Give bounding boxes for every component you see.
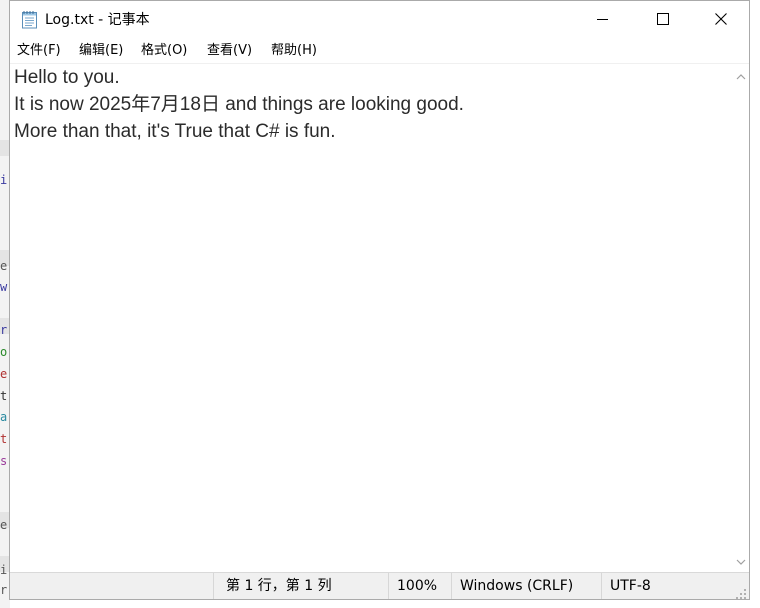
menu-file[interactable]: 文件(F) xyxy=(14,41,64,61)
editor-line: Hello to you. xyxy=(14,67,120,88)
maximize-button[interactable] xyxy=(640,1,686,38)
scroll-up-button[interactable] xyxy=(732,66,749,83)
menu-view[interactable]: 查看(V) xyxy=(204,41,255,61)
minimize-button[interactable] xyxy=(580,1,626,38)
vertical-scrollbar[interactable] xyxy=(732,64,749,572)
close-icon xyxy=(715,10,727,29)
editor-line: More than that, it's True that C# is fun… xyxy=(14,121,336,142)
chevron-down-icon xyxy=(736,551,746,570)
status-cursor-position: 第 1 行，第 1 列 xyxy=(213,573,388,599)
status-zoom: 100% xyxy=(388,573,451,599)
minimize-icon xyxy=(597,10,609,29)
scroll-down-button[interactable] xyxy=(732,552,749,569)
notepad-window: Log.txt - 记事本 文件(F) 编辑(E) 格式(O) 查看(V) 帮助… xyxy=(9,0,750,600)
title-bar[interactable]: Log.txt - 记事本 xyxy=(10,1,749,38)
status-line-ending: Windows (CRLF) xyxy=(451,573,601,599)
menu-help[interactable]: 帮助(H) xyxy=(268,41,320,61)
window-title: Log.txt - 记事本 xyxy=(45,12,150,28)
editor-line: It is now 2025年7月18日 and things are look… xyxy=(14,94,464,115)
menu-format[interactable]: 格式(O) xyxy=(138,41,190,61)
menu-bar: 文件(F) 编辑(E) 格式(O) 查看(V) 帮助(H) xyxy=(10,38,749,64)
resize-grip-icon[interactable] xyxy=(735,585,747,599)
maximize-icon xyxy=(657,10,669,29)
chevron-up-icon xyxy=(736,65,746,84)
status-encoding: UTF-8 xyxy=(601,573,731,599)
menu-edit[interactable]: 编辑(E) xyxy=(76,41,126,61)
text-editor[interactable]: Hello to you. It is now 2025年7月18日 and t… xyxy=(10,64,732,572)
close-button[interactable] xyxy=(698,1,744,38)
status-bar: 第 1 行，第 1 列 100% Windows (CRLF) UTF-8 xyxy=(10,572,749,599)
notepad-icon xyxy=(21,10,38,29)
